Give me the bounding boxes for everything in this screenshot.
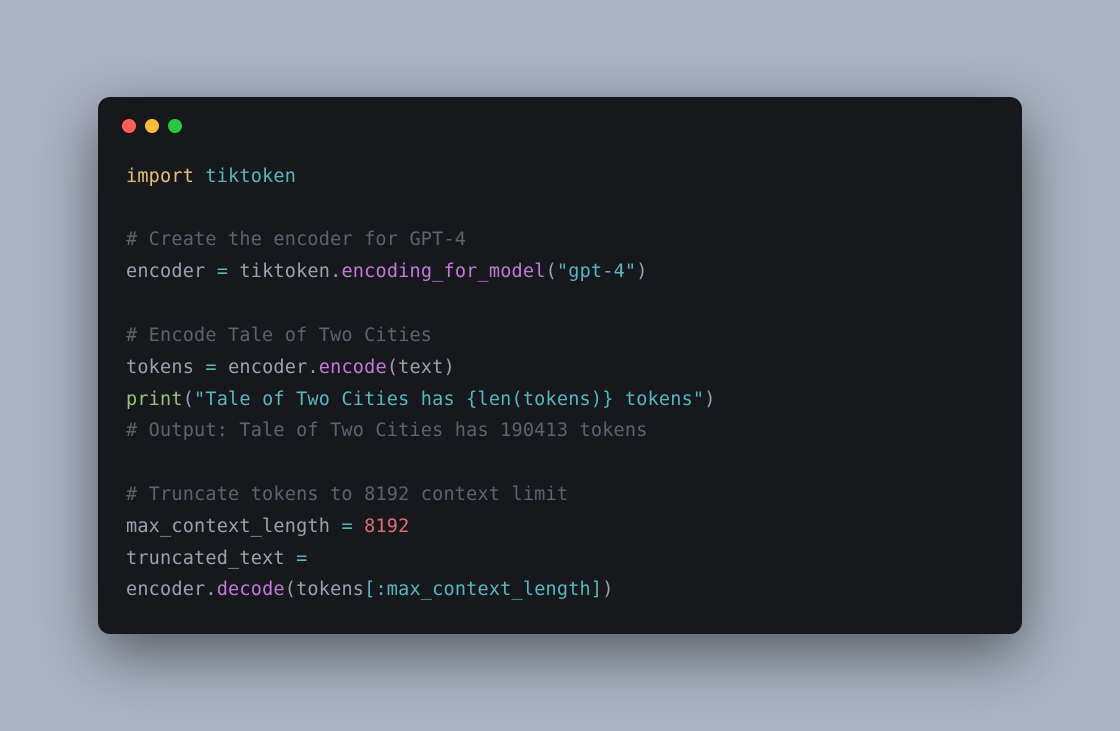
identifier: encoder: [228, 357, 307, 378]
paren: ): [636, 261, 647, 282]
identifier: truncated_text: [126, 548, 285, 569]
maximize-icon[interactable]: [168, 119, 182, 133]
function-call: encoding_for_model: [341, 261, 545, 282]
identifier: tokens: [126, 357, 194, 378]
function-call: encode: [319, 357, 387, 378]
comment: # Encode Tale of Two Cities: [126, 325, 432, 346]
identifier: encoder: [126, 261, 205, 282]
operator: =: [296, 548, 307, 569]
close-icon[interactable]: [122, 119, 136, 133]
operator: =: [205, 357, 216, 378]
identifier: max_context_length: [126, 516, 330, 537]
paren: (: [285, 579, 296, 600]
paren: (: [183, 389, 194, 410]
operator: =: [341, 516, 352, 537]
builtin-print: print: [126, 389, 183, 410]
dot: .: [205, 579, 216, 600]
paren: (: [387, 357, 398, 378]
paren: ): [602, 579, 613, 600]
comment: # Truncate tokens to 8192 context limit: [126, 484, 568, 505]
code-window: import tiktoken # Create the encoder for…: [98, 97, 1022, 634]
string-literal: "gpt-4": [557, 261, 636, 282]
paren: ): [704, 389, 715, 410]
identifier: tokens: [296, 579, 364, 600]
identifier: tiktoken: [239, 261, 330, 282]
comment: # Output: Tale of Two Cities has 190413 …: [126, 420, 648, 441]
slice-expr: [:max_context_length]: [364, 579, 602, 600]
dot: .: [307, 357, 318, 378]
paren: (: [546, 261, 557, 282]
paren: ): [444, 357, 455, 378]
dot: .: [330, 261, 341, 282]
minimize-icon[interactable]: [145, 119, 159, 133]
identifier: text: [398, 357, 443, 378]
operator: =: [217, 261, 228, 282]
module-name: tiktoken: [205, 166, 296, 187]
window-controls: [122, 119, 994, 133]
comment: # Create the encoder for GPT-4: [126, 229, 466, 250]
identifier: encoder: [126, 579, 205, 600]
string-literal: "Tale of Two Cities has {len(tokens)} to…: [194, 389, 704, 410]
keyword-import: import: [126, 166, 194, 187]
number-literal: 8192: [364, 516, 409, 537]
code-block: import tiktoken # Create the encoder for…: [126, 161, 994, 606]
function-call: decode: [217, 579, 285, 600]
